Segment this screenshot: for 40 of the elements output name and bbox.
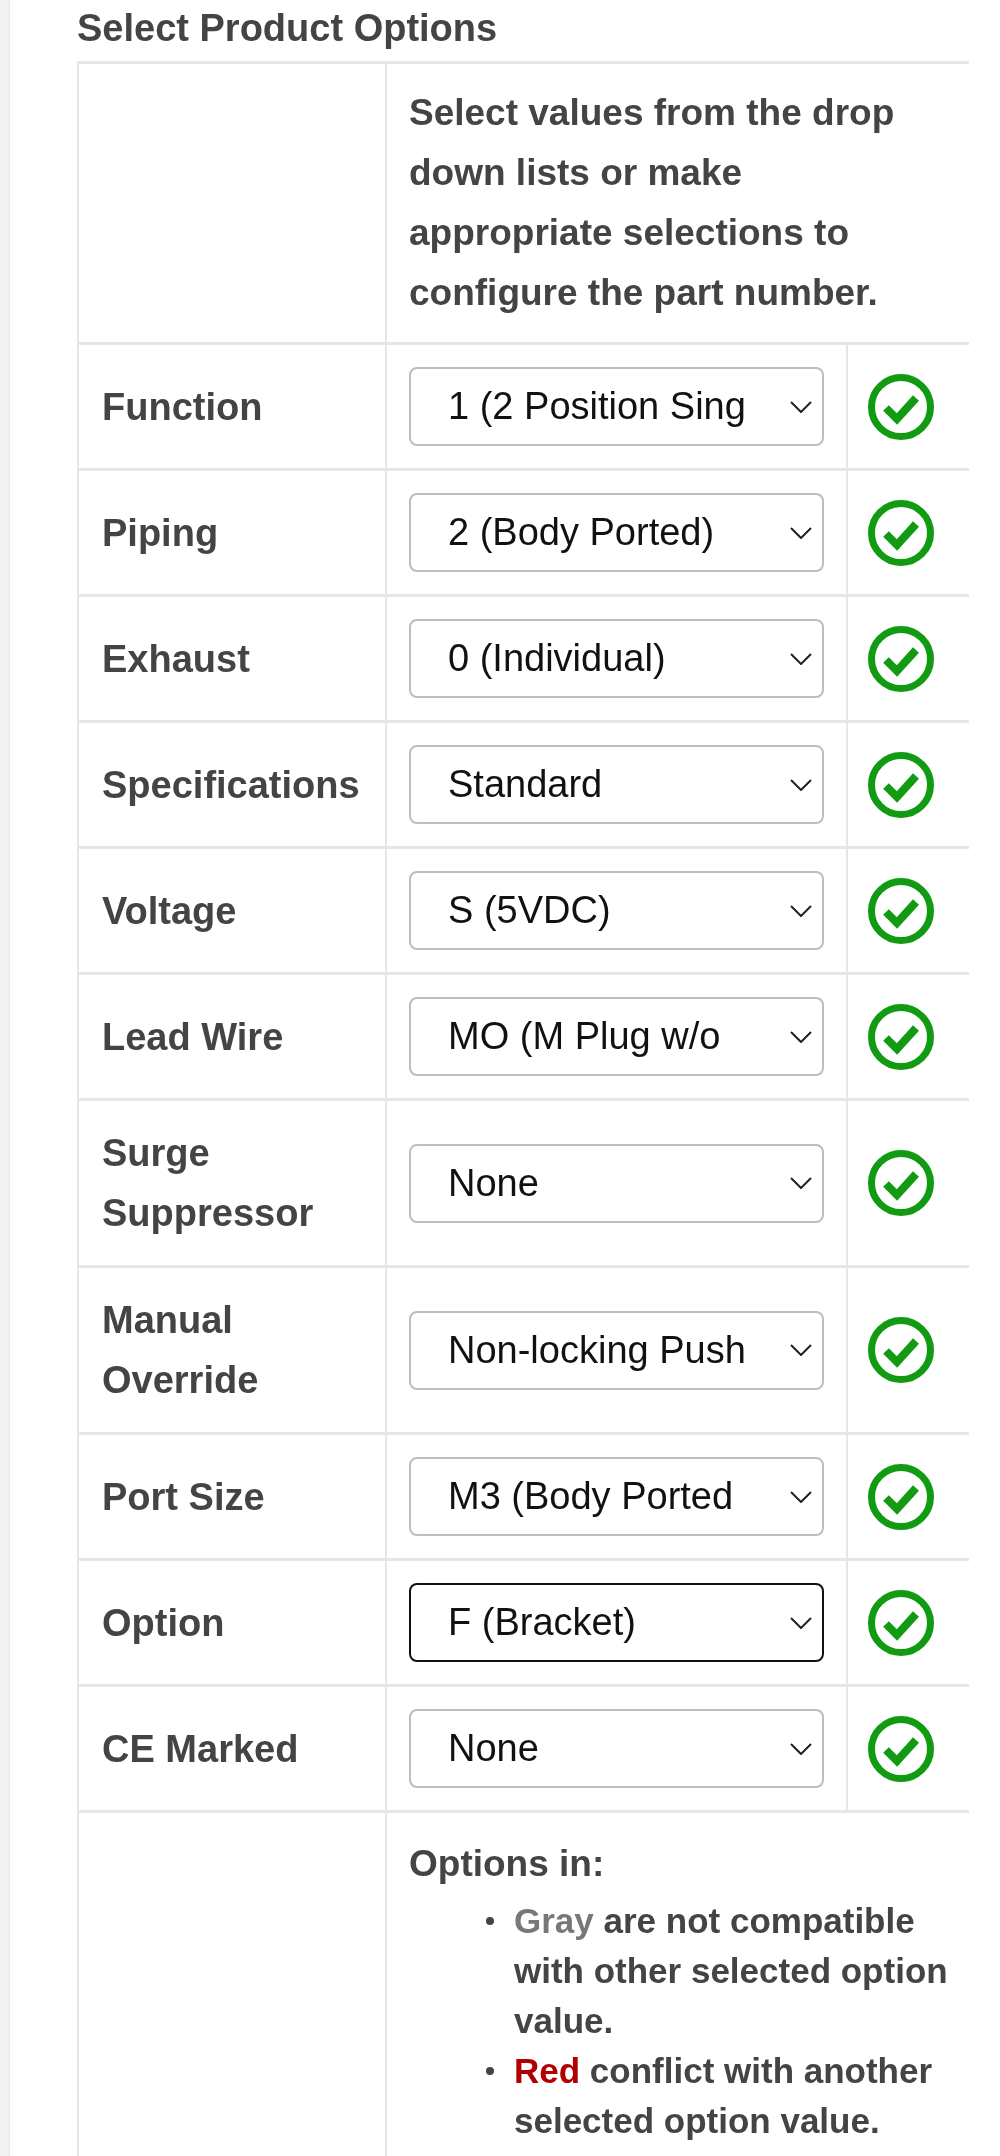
- dropdown[interactable]: Non-locking Push: [409, 1310, 824, 1390]
- dropdown[interactable]: M3 (Body Ported: [409, 1457, 824, 1536]
- dropdown[interactable]: S (5VDC): [409, 871, 824, 950]
- section-title: Select Product Options: [77, 6, 498, 51]
- option-label: Function: [102, 384, 264, 430]
- chevron-down-icon: [790, 1030, 812, 1043]
- chevron-down-icon: [790, 526, 812, 539]
- dropdown[interactable]: None: [409, 1143, 824, 1223]
- chevron-down-icon: [790, 652, 812, 665]
- dropdown[interactable]: F (Bracket): [409, 1583, 824, 1662]
- option-label: Exhaust: [102, 636, 251, 682]
- bullet-icon: [486, 1917, 494, 1925]
- dropdown[interactable]: Standard: [409, 745, 824, 824]
- dropdown[interactable]: 1 (2 Position Sing: [409, 367, 824, 446]
- dropdown[interactable]: 0 (Individual): [409, 619, 824, 698]
- option-label: Option: [102, 1600, 226, 1646]
- chevron-down-icon: [790, 778, 812, 791]
- option-label: Voltage: [102, 888, 238, 934]
- chevron-down-icon: [790, 400, 812, 413]
- option-label: Piping: [102, 510, 220, 556]
- option-label: Lead Wire: [102, 1014, 285, 1060]
- legend-title: Options in:: [409, 1842, 605, 1886]
- chevron-down-icon: [790, 1490, 812, 1503]
- chevron-down-icon: [790, 1344, 812, 1356]
- option-label: Manual Override: [102, 1298, 260, 1403]
- legend-item: Red conflict with another selected option value.: [514, 2050, 934, 2142]
- option-label: Specifications: [102, 762, 361, 808]
- option-label: Port Size: [102, 1474, 266, 1520]
- chevron-down-icon: [790, 1616, 812, 1629]
- legend-item: Gray are not compatible with other selected option value.: [514, 1900, 949, 2042]
- dropdown[interactable]: None: [409, 1709, 824, 1788]
- chevron-down-icon: [790, 1742, 812, 1755]
- option-label: CE Marked: [102, 1726, 300, 1772]
- bullet-icon: [486, 2067, 494, 2075]
- dropdown[interactable]: MO (M Plug w/o: [409, 997, 824, 1076]
- option-label: Surge Suppressor: [102, 1131, 315, 1236]
- chevron-down-icon: [790, 904, 812, 917]
- instructions-text: Select values from the drop down lists or make appropriate selections to configure the part number.: [409, 91, 896, 315]
- dropdown[interactable]: 2 (Body Ported): [409, 493, 824, 572]
- chevron-down-icon: [790, 1177, 812, 1189]
